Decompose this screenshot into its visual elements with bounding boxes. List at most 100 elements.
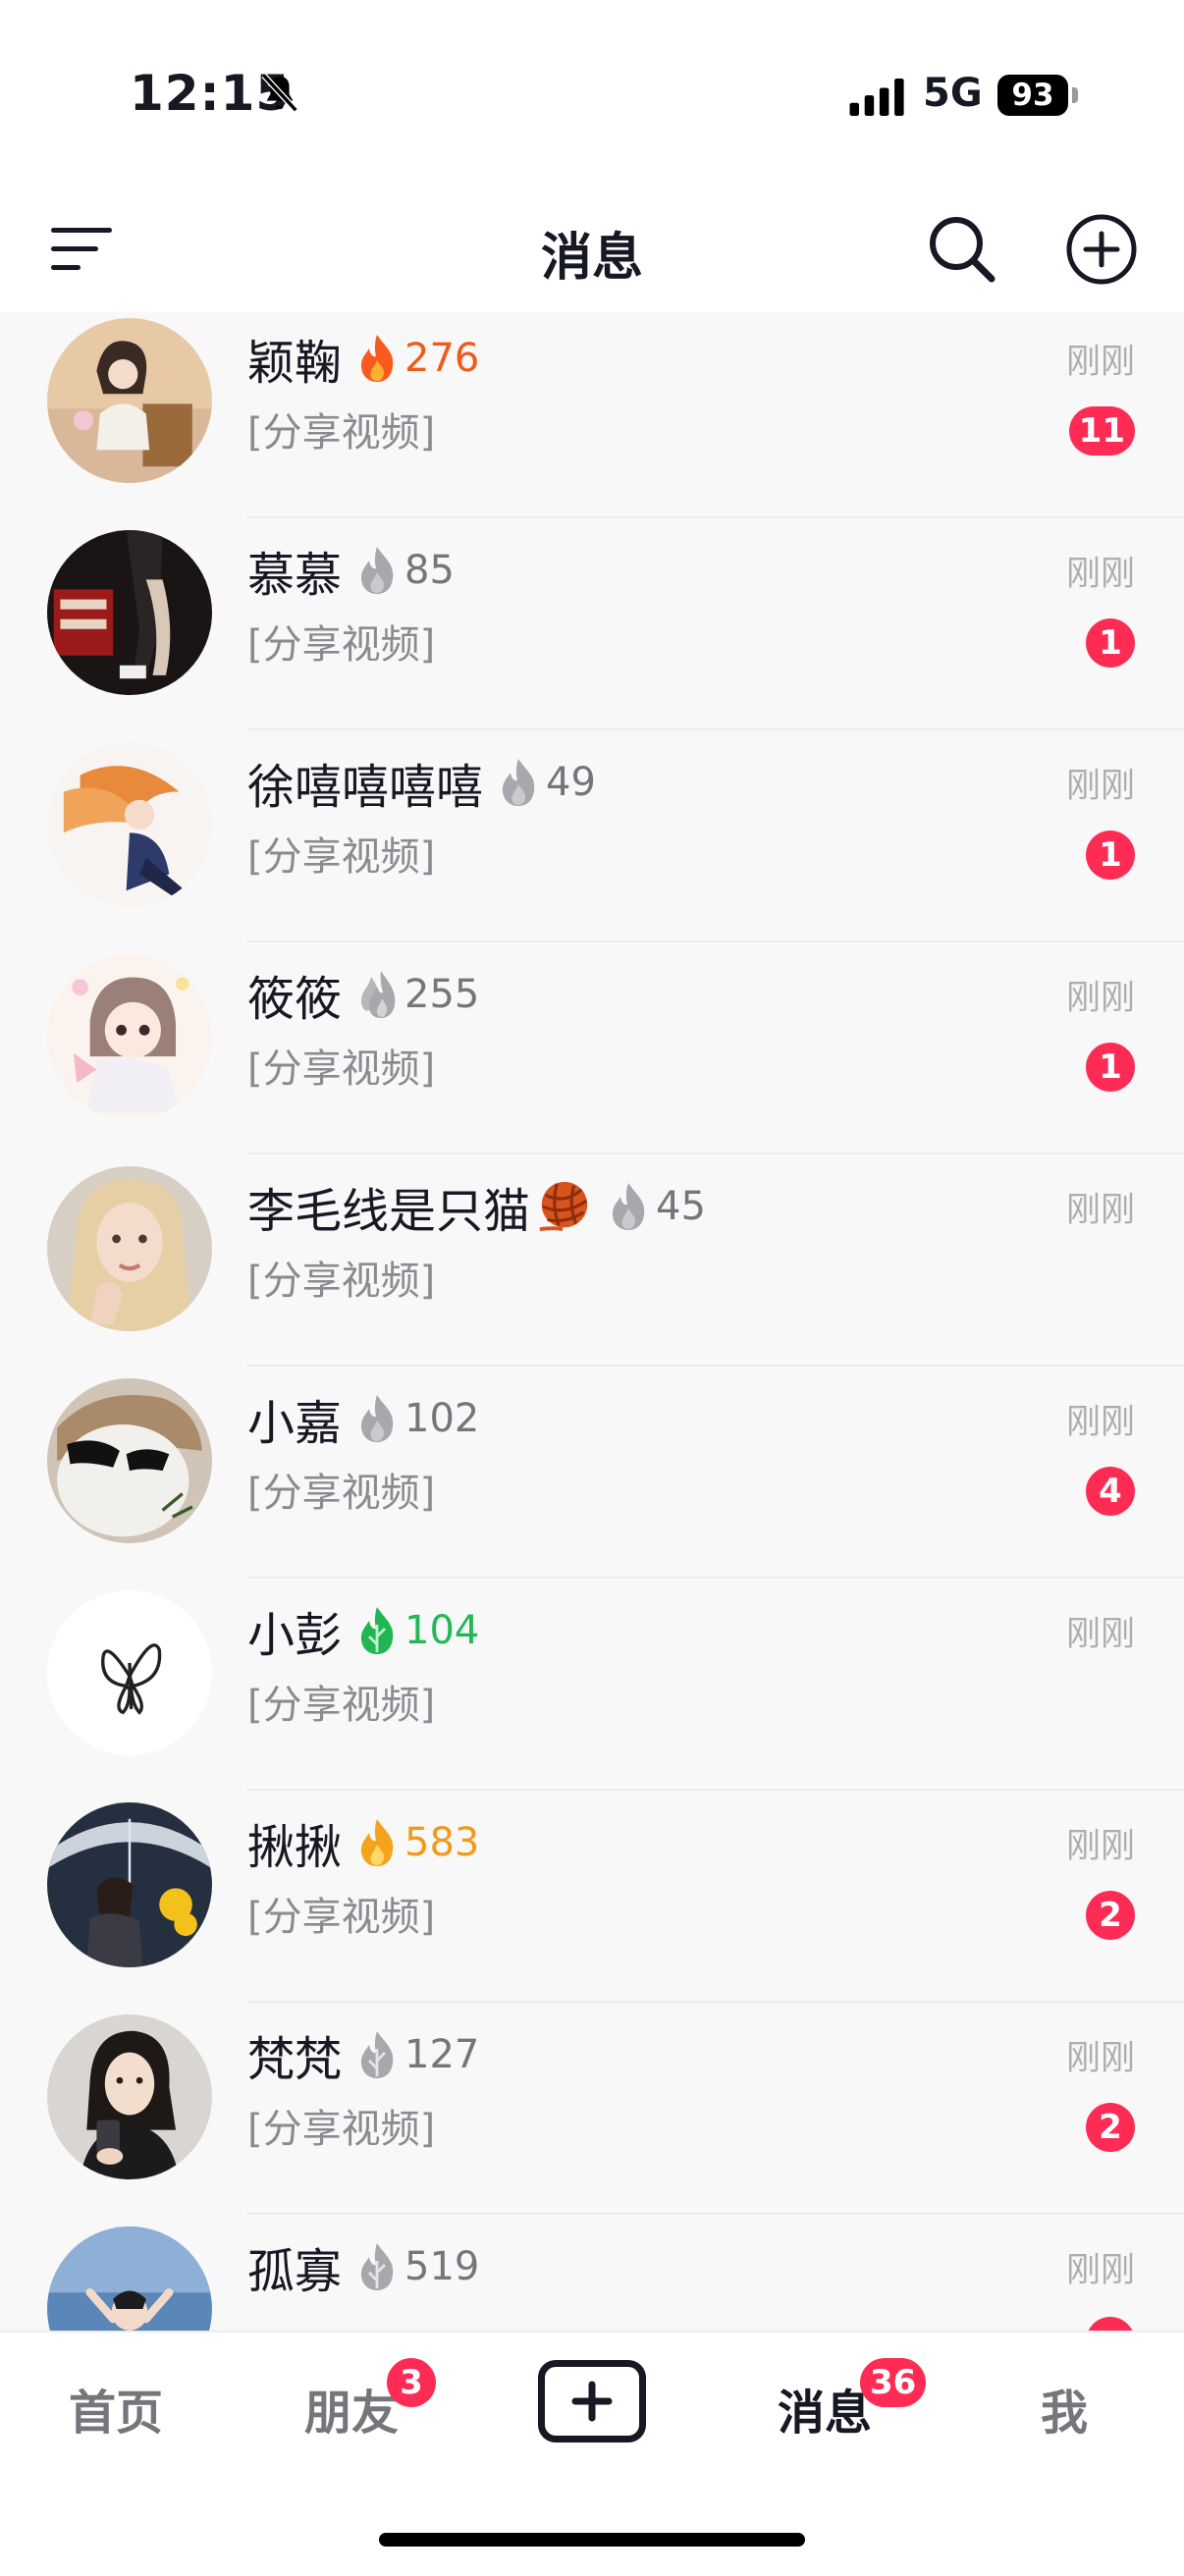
search-icon[interactable] xyxy=(927,214,997,285)
contact-name: 孤寡 xyxy=(247,2244,343,2299)
name-line: 慕慕 85 xyxy=(247,538,455,603)
name-line: 李毛线是只猫 45 xyxy=(247,1174,706,1239)
avatar[interactable] xyxy=(47,1166,212,1331)
timestamp: 刚刚 xyxy=(1065,1827,1135,1866)
streak-count: 85 xyxy=(404,548,455,593)
timestamp: 刚刚 xyxy=(1065,1615,1135,1654)
message-preview: [分享视频] xyxy=(247,410,436,456)
chat-row[interactable]: 小彭 104 [分享视频] 刚刚 xyxy=(0,1579,1184,1791)
name-line: 颖鞠 276 xyxy=(247,326,479,391)
bell-muted-icon xyxy=(261,73,298,113)
chat-row[interactable]: 揪揪 583 [分享视频] 刚刚 2 xyxy=(0,1791,1184,2003)
streak-count: 45 xyxy=(656,1184,706,1229)
contact-name: 小彭 xyxy=(247,1608,343,1663)
chat-row[interactable]: 李毛线是只猫 45 [分享视频] 刚刚 xyxy=(0,1154,1184,1367)
message-preview: [分享视频] xyxy=(247,1683,436,1728)
chat-row[interactable]: 慕慕 85 [分享视频] 刚刚 1 xyxy=(0,518,1184,730)
contact-name: 筱筱 xyxy=(247,972,343,1027)
plus-icon xyxy=(571,2381,613,2422)
contact-name: 小嘉 xyxy=(247,1396,343,1451)
avatar[interactable] xyxy=(47,1590,212,1755)
nav-friends[interactable]: 朋友 xyxy=(304,2374,399,2442)
unread-badge: 1 xyxy=(1086,1043,1135,1092)
unread-badge: 2 xyxy=(1086,2103,1135,2152)
streak-leaf-flame-icon xyxy=(360,1607,394,1654)
unread-badge: 2 xyxy=(1086,1891,1135,1940)
unread-badge: 4 xyxy=(1086,1467,1135,1516)
message-preview: [分享视频] xyxy=(247,834,436,880)
unread-badge xyxy=(1086,2317,1135,2331)
home-indicator xyxy=(379,2533,805,2547)
add-circle-icon[interactable] xyxy=(1064,212,1139,287)
timestamp: 刚刚 xyxy=(1065,555,1135,594)
message-preview: [分享视频] xyxy=(247,622,436,668)
contact-name: 李毛线是只猫 xyxy=(247,1184,531,1239)
avatar[interactable] xyxy=(47,318,212,483)
avatar[interactable] xyxy=(47,1802,212,1967)
unread-badge: 1 xyxy=(1086,618,1135,668)
header: 消息 xyxy=(0,187,1184,312)
timestamp: 刚刚 xyxy=(1065,767,1135,806)
battery-tip xyxy=(1072,87,1078,103)
chat-row[interactable]: 小嘉 102 [分享视频] 刚刚 4 xyxy=(0,1367,1184,1579)
name-line: 梵梵 127 xyxy=(247,2022,479,2087)
streak-flame-icon xyxy=(360,1395,394,1442)
friends-badge: 3 xyxy=(387,2358,436,2407)
streak-leaf-flame-icon xyxy=(360,2031,394,2078)
streak-count: 519 xyxy=(404,2244,480,2289)
contact-name: 梵梵 xyxy=(247,2032,343,2087)
message-preview: [分享视频] xyxy=(247,1471,436,1516)
contact-name: 颖鞠 xyxy=(247,336,343,391)
contact-name: 徐嘻嘻嘻嘻 xyxy=(247,760,484,815)
avatar[interactable] xyxy=(47,530,212,695)
streak-double-flame-icon xyxy=(360,971,396,1018)
message-preview: [分享视频] xyxy=(247,1259,436,1304)
message-preview: [分享视频] xyxy=(247,1895,436,1940)
avatar[interactable] xyxy=(47,954,212,1119)
streak-count: 104 xyxy=(404,1608,480,1653)
nav-home[interactable]: 首页 xyxy=(69,2374,163,2442)
timestamp: 刚刚 xyxy=(1065,979,1135,1018)
chat-row[interactable]: 颖鞠 276 [分享视频] 刚刚 11 xyxy=(0,312,1184,518)
streak-count: 583 xyxy=(404,1820,480,1865)
timestamp: 刚刚 xyxy=(1065,1403,1135,1442)
streak-flame-icon xyxy=(360,1819,394,1866)
create-button[interactable] xyxy=(538,2360,646,2442)
name-line: 徐嘻嘻嘻嘻 49 xyxy=(247,750,596,815)
avatar[interactable] xyxy=(47,2227,212,2331)
yarn-ball-icon xyxy=(539,1181,588,1232)
streak-count: 49 xyxy=(546,760,596,805)
nav-messages[interactable]: 消息 xyxy=(778,2374,872,2442)
timestamp: 刚刚 xyxy=(1065,343,1135,382)
timestamp: 刚刚 xyxy=(1065,2251,1135,2290)
streak-flame-icon xyxy=(502,759,535,806)
streak-flame-icon xyxy=(612,1183,645,1230)
chat-row[interactable]: 梵梵 127 [分享视频] 刚刚 2 xyxy=(0,2003,1184,2215)
avatar[interactable] xyxy=(47,1378,212,1543)
streak-count: 127 xyxy=(404,2032,480,2077)
streak-count: 102 xyxy=(404,1396,480,1441)
contact-name: 慕慕 xyxy=(247,548,343,603)
streak-leaf-flame-icon xyxy=(360,2243,394,2290)
streak-flame-icon xyxy=(360,335,394,382)
status-bar: 12:15 5G 93 xyxy=(0,0,1184,187)
signal-icon xyxy=(849,79,904,116)
name-line: 小彭 104 xyxy=(247,1598,479,1663)
unread-badge: 11 xyxy=(1068,406,1135,456)
timestamp: 刚刚 xyxy=(1065,2039,1135,2078)
streak-count: 276 xyxy=(404,336,480,381)
chat-row[interactable]: 筱筱 255 [分享视频] 刚刚 1 xyxy=(0,942,1184,1154)
name-line: 孤寡 519 xyxy=(247,2234,479,2299)
streak-count: 255 xyxy=(404,972,480,1017)
name-line: 小嘉 102 xyxy=(247,1386,479,1451)
messages-badge: 36 xyxy=(860,2358,927,2407)
nav-me[interactable]: 我 xyxy=(1041,2374,1088,2442)
contact-name: 揪揪 xyxy=(247,1820,343,1875)
avatar[interactable] xyxy=(47,742,212,907)
name-line: 揪揪 583 xyxy=(247,1810,479,1875)
chat-row[interactable]: 徐嘻嘻嘻嘻 49 [分享视频] 刚刚 1 xyxy=(0,730,1184,942)
battery-indicator: 93 xyxy=(997,75,1068,116)
message-preview: [分享视频] xyxy=(247,2107,436,2152)
avatar[interactable] xyxy=(47,2014,212,2179)
chat-row[interactable]: 孤寡 519 刚刚 xyxy=(0,2215,1184,2331)
